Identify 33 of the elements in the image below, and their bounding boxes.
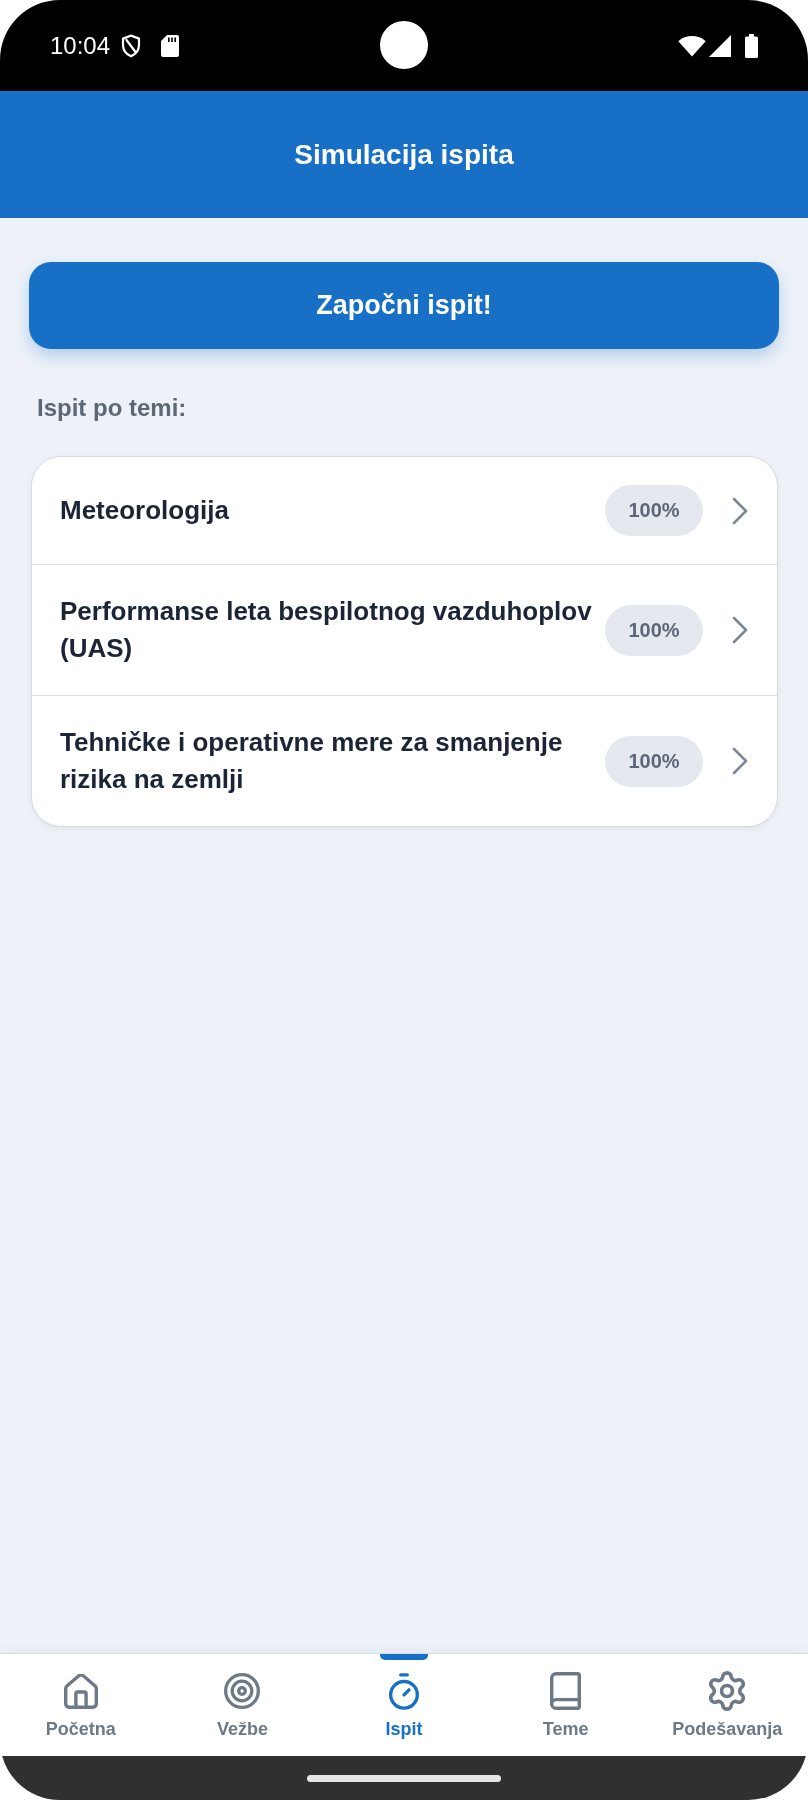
nav-tab[interactable]: Teme xyxy=(484,1654,647,1756)
status-time: 10:04 xyxy=(50,31,111,60)
nav-tab[interactable]: Ispit xyxy=(323,1654,485,1756)
topic-title: Meteorologija xyxy=(60,494,230,527)
stopwatch-icon xyxy=(389,1672,419,1710)
score-badge: 100% xyxy=(605,604,703,656)
start-exam-button[interactable]: Započni ispit! xyxy=(29,262,779,349)
topic-item[interactable]: Meteorologija 100% xyxy=(32,457,777,564)
nav-tab[interactable]: Početna xyxy=(0,1654,162,1756)
book-icon xyxy=(550,1672,582,1710)
wifi-icon xyxy=(678,34,706,57)
home-icon xyxy=(63,1673,98,1709)
score-badge: 100% xyxy=(605,735,703,787)
chevron-right-icon xyxy=(732,747,748,775)
target-icon xyxy=(224,1673,261,1709)
app-bar-title: Simulacija ispita xyxy=(294,137,514,172)
camera-hole-icon xyxy=(380,21,428,69)
topic-title: Performanse leta bespilotnog vazduhoplov (UAS) xyxy=(60,595,593,665)
active-indicator-bar xyxy=(380,1654,428,1660)
chevron-right-icon xyxy=(732,496,748,525)
sd-card-icon xyxy=(161,34,180,57)
topic-item[interactable]: Performanse leta bespilotnog vazduhoplov (UAS) 100% xyxy=(32,564,777,695)
nav-tab[interactable]: Vežbe xyxy=(161,1654,324,1756)
settings-icon xyxy=(707,1671,748,1711)
topic-item[interactable]: Tehničke i operativne mere za smanjenje rizika na zemlji 100% xyxy=(32,695,777,826)
shield-slash-icon xyxy=(121,33,142,58)
score-badge: 100% xyxy=(605,485,703,536)
battery-icon xyxy=(745,33,758,58)
section-heading: Ispit po temi: xyxy=(37,393,188,423)
signal-icon xyxy=(709,34,731,57)
topic-title: Tehničke i operativne mere za smanjenje rizika na zemlji xyxy=(60,726,564,796)
chevron-right-icon xyxy=(732,616,748,644)
nav-tab[interactable]: Podešavanja xyxy=(646,1654,808,1756)
